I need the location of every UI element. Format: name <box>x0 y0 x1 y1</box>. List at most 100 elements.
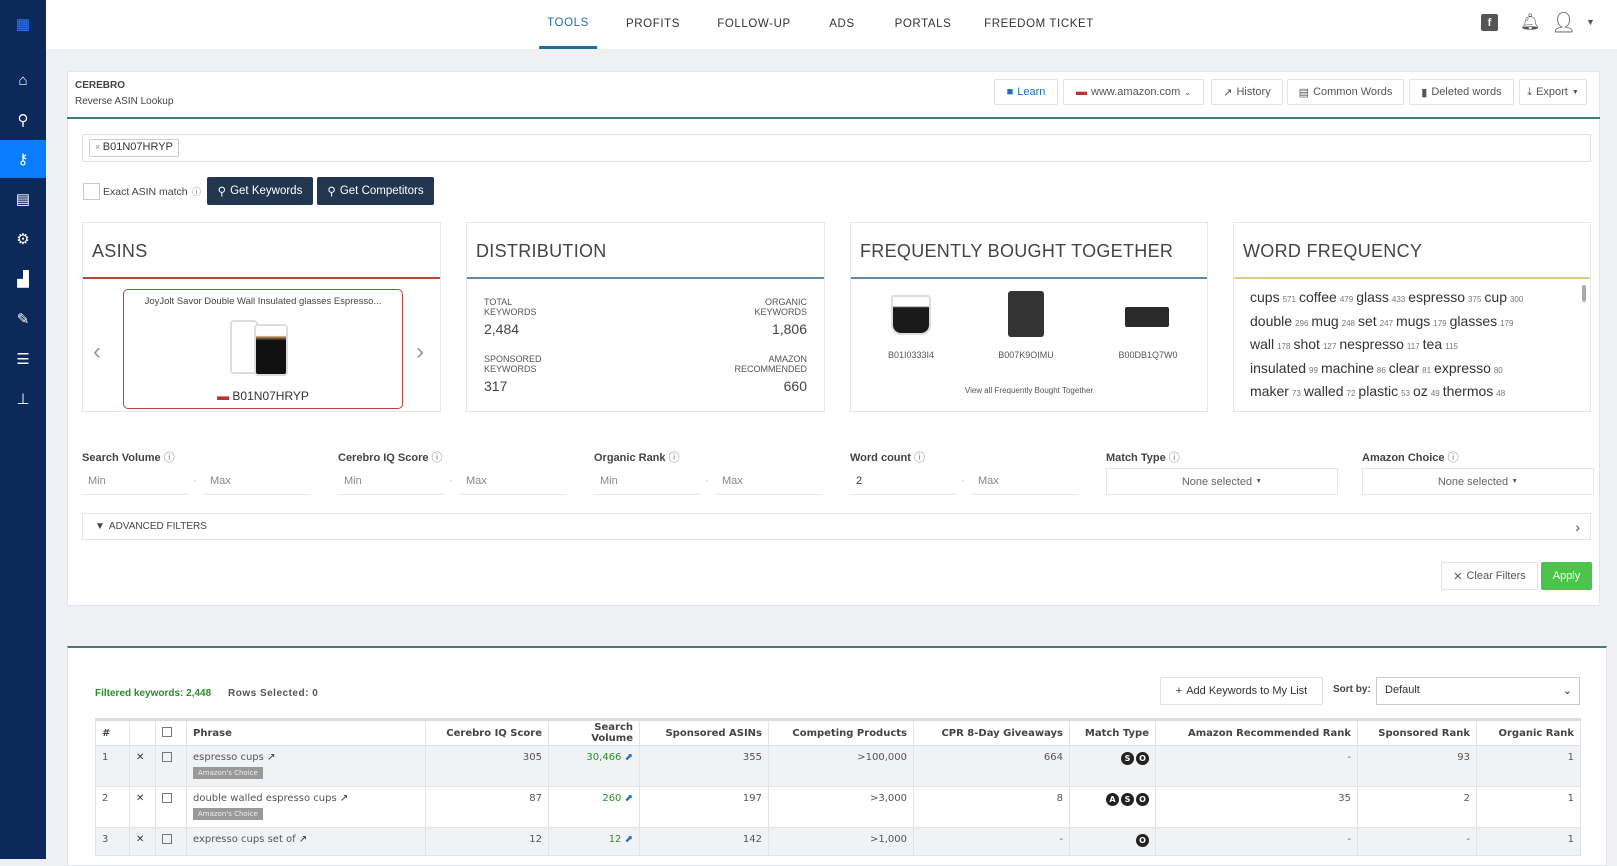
search-icon[interactable]: ⚲ <box>0 101 46 139</box>
help-icon[interactable]: ⓘ <box>1448 452 1459 464</box>
view-all-fbt-link[interactable]: View all Frequently Bought Together <box>851 386 1207 395</box>
home-icon[interactable]: ⌂ <box>0 61 46 99</box>
fbt-image-3[interactable] <box>1125 307 1169 327</box>
help-icon[interactable]: ⓘ <box>164 452 175 464</box>
word-frequency-item[interactable]: oz 49 <box>1413 383 1443 399</box>
cerebro-iq-score-max-input[interactable]: Max <box>460 469 566 495</box>
table-row[interactable]: 1 ✕ espresso cups ↗ Amazon's Choice 305 3… <box>95 745 1581 787</box>
table-row[interactable]: 2 ✕ double walled espresso cups ↗ Amazon'… <box>95 786 1581 828</box>
word-frequency-item[interactable]: clear 81 <box>1389 360 1434 376</box>
chevron-left-icon[interactable]: ‹ <box>93 338 101 366</box>
academy-icon[interactable]: ☰ <box>0 340 46 378</box>
marketplace-select[interactable]: ▬ www.amazon.com ⌄ <box>1063 79 1204 105</box>
help-icon[interactable]: ⓘ <box>192 185 201 198</box>
tab-ads[interactable]: ADS <box>829 0 854 49</box>
word-frequency-item[interactable]: plastic 53 <box>1358 383 1413 399</box>
tab-tools[interactable]: TOOLS <box>539 0 597 49</box>
logo-icon[interactable]: ▦ <box>0 5 46 43</box>
external-link-icon[interactable]: ↗ <box>267 752 275 763</box>
search-volume-min-input[interactable]: Min <box>82 469 188 495</box>
learn-button[interactable]: ■ Learn <box>994 79 1058 105</box>
tab-profits[interactable]: PROFITS <box>626 0 680 49</box>
word-frequency-item[interactable]: shot 127 <box>1293 336 1339 352</box>
row-checkbox[interactable] <box>162 752 172 762</box>
analytics-icon[interactable]: ▟ <box>0 260 46 298</box>
column-header[interactable]: Match Type <box>1069 718 1156 746</box>
delete-row-icon[interactable]: ✕ <box>129 745 156 787</box>
trend-chart-icon[interactable]: ⬈ <box>625 752 633 763</box>
delete-row-icon[interactable]: ✕ <box>129 827 156 856</box>
word-frequency-item[interactable]: maker 73 <box>1250 383 1304 399</box>
help-icon[interactable]: ⓘ <box>432 452 443 464</box>
clear-filters-button[interactable]: ✕ Clear Filters <box>1441 562 1538 590</box>
remove-tag-icon[interactable]: × <box>95 142 103 152</box>
bell-icon[interactable]: 🔔︎ <box>1520 12 1540 32</box>
table-row[interactable]: 3 ✕ expresso cups set of ↗ 12 12 ⬈ 142 >… <box>95 827 1581 856</box>
external-link-icon[interactable]: ↗ <box>340 793 348 804</box>
word-frequency-item[interactable]: glasses 179 <box>1450 313 1517 329</box>
word-frequency-item[interactable]: coffee 479 <box>1299 289 1356 305</box>
amazon-choice-select[interactable]: None selected ▼ <box>1362 468 1594 495</box>
get-keywords-button[interactable]: ⚲ Get Keywords <box>207 177 313 205</box>
scrollbar[interactable] <box>1582 285 1586 302</box>
fbt-asin-2[interactable]: B007K9OIMU <box>991 350 1061 360</box>
word-frequency-item[interactable]: walled 72 <box>1304 383 1359 399</box>
gears-icon[interactable]: ⚙ <box>0 220 46 258</box>
tab-portals[interactable]: PORTALS <box>895 0 952 49</box>
word-frequency-item[interactable]: mug 248 <box>1311 313 1358 329</box>
word-frequency-item[interactable]: wall 178 <box>1250 336 1293 352</box>
column-header[interactable]: Competing Products <box>768 718 914 746</box>
word-frequency-item[interactable]: cup 300 <box>1484 289 1526 305</box>
help-icon[interactable]: ⓘ <box>914 452 925 464</box>
pin-icon[interactable]: ⊥ <box>0 380 46 418</box>
deleted-words-button[interactable]: ▮ Deleted words <box>1409 79 1514 105</box>
chevron-down-icon[interactable]: ▼ <box>1586 17 1595 27</box>
help-icon[interactable]: ⓘ <box>1169 452 1180 464</box>
word-frequency-item[interactable]: expresso 80 <box>1434 360 1506 376</box>
column-header[interactable]: Sponsored Rank <box>1357 718 1477 746</box>
asin-card[interactable]: JoyJolt Savor Double Wall Insulated glas… <box>123 289 403 409</box>
word-frequency-item[interactable]: double 296 <box>1250 313 1311 329</box>
tab-freedom-ticket[interactable]: FREEDOM TICKET <box>984 0 1094 49</box>
external-link-icon[interactable]: ↗ <box>299 834 307 845</box>
word-frequency-item[interactable]: machine 86 <box>1321 360 1389 376</box>
fbt-asin-1[interactable]: B01I0333I4 <box>876 350 946 360</box>
column-header[interactable]: CPR 8-Day Giveaways <box>913 718 1070 746</box>
column-header[interactable]: Organic Rank <box>1476 718 1581 746</box>
trend-chart-icon[interactable]: ⬈ <box>625 793 633 804</box>
advanced-filters-toggle[interactable]: ▼ ADVANCED FILTERS › <box>82 513 1591 540</box>
word-frequency-item[interactable]: nespresso 117 <box>1339 336 1422 352</box>
cerebro-iq-score-min-input[interactable]: Min <box>338 469 444 495</box>
apply-button[interactable]: Apply <box>1541 562 1592 590</box>
select-all-checkbox[interactable] <box>162 726 172 737</box>
word-frequency-item[interactable]: tea 115 <box>1423 336 1461 352</box>
exact-match-checkbox[interactable] <box>83 183 100 200</box>
fbt-asin-3[interactable]: B00DB1Q7W0 <box>1108 350 1188 360</box>
word-frequency-item[interactable]: glass 433 <box>1356 289 1408 305</box>
word-frequency-item[interactable]: insulated 99 <box>1250 360 1321 376</box>
add-keywords-button[interactable]: + Add Keywords to My List <box>1160 677 1323 705</box>
facebook-icon[interactable]: f <box>1481 14 1498 31</box>
row-checkbox[interactable] <box>162 793 172 803</box>
match-type-select[interactable]: None selected ▼ <box>1106 468 1338 495</box>
sort-select[interactable]: Default ⌄ <box>1376 677 1580 705</box>
column-header[interactable]: Cerebro IQ Score <box>425 718 549 746</box>
marketing-icon[interactable]: ✎ <box>0 300 46 338</box>
common-words-button[interactable]: ▤ Common Words <box>1287 79 1404 105</box>
tab-follow-up[interactable]: FOLLOW-UP <box>717 0 791 49</box>
help-icon[interactable]: ⓘ <box>669 452 680 464</box>
row-checkbox[interactable] <box>162 834 172 844</box>
listing-icon[interactable]: ▤ <box>0 180 46 218</box>
asin-input[interactable]: × B01N07HRYP <box>82 134 1591 162</box>
word-frequency-item[interactable]: espresso 375 <box>1408 289 1484 305</box>
organic-rank-min-input[interactable]: Min <box>594 469 700 495</box>
word-count-min-input[interactable]: 2 <box>850 469 956 495</box>
delete-row-icon[interactable]: ✕ <box>129 786 156 828</box>
word-frequency-item[interactable]: set 247 <box>1358 313 1396 329</box>
word-frequency-item[interactable]: mugs 179 <box>1396 313 1450 329</box>
column-header[interactable]: Amazon Recommended Rank <box>1155 718 1358 746</box>
export-button[interactable]: ⤓ Export ▼ <box>1519 79 1587 105</box>
history-button[interactable]: ↗ History <box>1211 79 1283 105</box>
search-volume-max-input[interactable]: Max <box>204 469 310 495</box>
word-frequency-item[interactable]: cups 571 <box>1250 289 1299 305</box>
